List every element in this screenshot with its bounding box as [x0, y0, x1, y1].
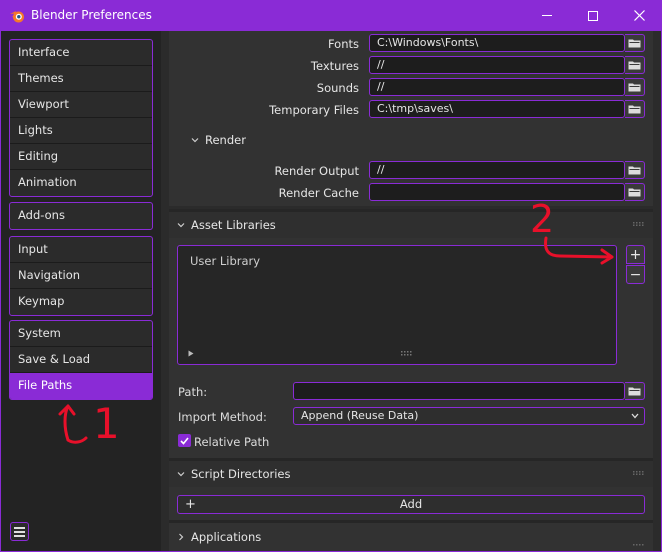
- sidebar-item-animation[interactable]: Animation: [10, 170, 152, 196]
- temporary-files-label: Temporary Files: [269, 103, 359, 117]
- folder-icon: [628, 83, 641, 92]
- expand-arrow-icon[interactable]: [188, 350, 194, 357]
- render-subpanel-header[interactable]: Render: [205, 133, 246, 147]
- temporary-files-path-field[interactable]: C:\tmp\saves\: [369, 100, 625, 118]
- chevron-right-icon[interactable]: [177, 533, 185, 541]
- asset-libraries-title: Asset Libraries: [191, 218, 276, 232]
- render-output-label: Render Output: [274, 164, 359, 178]
- sidebar-group-addons: Add-ons: [9, 202, 153, 230]
- maximize-icon: [588, 10, 598, 21]
- resize-grip-icon[interactable]: [401, 351, 413, 356]
- add-script-directory-button[interactable]: + Add: [177, 495, 645, 514]
- add-button-label: Add: [399, 497, 423, 511]
- annotation-arrow-2: [544, 236, 614, 265]
- applications-title[interactable]: Applications: [191, 530, 261, 544]
- import-method-dropdown[interactable]: Append (Reuse Data): [293, 407, 645, 425]
- annotation-number-1: 1: [93, 399, 120, 448]
- folder-icon: [628, 188, 641, 197]
- chevron-down-icon[interactable]: [177, 221, 185, 229]
- sidebar-item-addons[interactable]: Add-ons: [10, 203, 152, 229]
- relative-path-label: Relative Path: [194, 435, 270, 449]
- chevron-down-icon: [631, 413, 639, 419]
- sidebar-item-lights[interactable]: Lights: [10, 118, 152, 144]
- maximize-button[interactable]: [570, 0, 616, 31]
- fonts-path-field[interactable]: C:\Windows\Fonts\: [369, 34, 625, 52]
- sidebar-group-system: System Save & Load File Paths: [9, 320, 153, 400]
- library-path-browse-button[interactable]: [625, 382, 645, 400]
- drag-grip-icon[interactable]: [633, 471, 645, 475]
- textures-path-field[interactable]: //: [369, 56, 625, 74]
- sidebar-item-editing[interactable]: Editing: [10, 144, 152, 170]
- render-output-path-field[interactable]: //: [369, 161, 625, 179]
- sidebar: Interface Themes Viewport Lights Editing…: [1, 31, 161, 551]
- sidebar-item-interface[interactable]: Interface: [10, 40, 152, 66]
- sidebar-group-input: Input Navigation Keymap: [9, 236, 153, 316]
- render-cache-label: Render Cache: [278, 186, 359, 200]
- close-button[interactable]: [616, 0, 662, 31]
- sounds-browse-button[interactable]: [625, 78, 645, 96]
- render-output-browse-button[interactable]: [625, 161, 645, 179]
- drag-grip-icon[interactable]: [633, 222, 645, 226]
- sidebar-item-file-paths[interactable]: File Paths: [10, 373, 152, 399]
- render-cache-browse-button[interactable]: [625, 183, 645, 201]
- preferences-menu-button[interactable]: [10, 522, 29, 541]
- sidebar-item-system[interactable]: System: [10, 321, 152, 347]
- sidebar-item-themes[interactable]: Themes: [10, 66, 152, 92]
- sidebar-item-keymap[interactable]: Keymap: [10, 289, 152, 315]
- folder-icon: [628, 166, 641, 175]
- sidebar-item-viewport[interactable]: Viewport: [10, 92, 152, 118]
- fonts-label: Fonts: [327, 37, 359, 51]
- minimize-button[interactable]: [524, 0, 570, 31]
- sidebar-item-navigation[interactable]: Navigation: [10, 263, 152, 289]
- sounds-label: Sounds: [316, 81, 359, 95]
- minimize-icon: [542, 15, 552, 16]
- checkmark-icon: [180, 436, 189, 445]
- library-path-field[interactable]: [293, 382, 625, 400]
- remove-library-button[interactable]: −: [626, 265, 645, 284]
- plus-icon: +: [185, 497, 196, 512]
- list-item[interactable]: User Library: [190, 254, 260, 268]
- close-icon: [633, 10, 645, 21]
- folder-icon: [628, 39, 641, 48]
- temporary-files-browse-button[interactable]: [625, 100, 645, 118]
- render-cache-path-field[interactable]: [369, 183, 625, 201]
- sounds-path-field[interactable]: //: [369, 78, 625, 96]
- chevron-down-icon[interactable]: [191, 136, 199, 144]
- blender-logo-icon: [10, 11, 24, 23]
- relative-path-checkbox[interactable]: [178, 434, 191, 447]
- textures-label: Textures: [310, 59, 359, 73]
- folder-icon: [628, 61, 641, 70]
- folder-icon: [628, 387, 641, 396]
- add-library-button[interactable]: +: [626, 245, 645, 264]
- window-title: Blender Preferences: [31, 8, 152, 22]
- plus-icon: +: [629, 246, 642, 263]
- drag-grip-icon[interactable]: [633, 544, 645, 548]
- sidebar-group-ui: Interface Themes Viewport Lights Editing…: [9, 39, 153, 197]
- minus-icon: −: [629, 266, 642, 283]
- main-content: Fonts C:\Windows\Fonts\ Textures // Soun…: [169, 31, 653, 551]
- fonts-browse-button[interactable]: [625, 34, 645, 52]
- library-path-label: Path:: [178, 385, 208, 399]
- script-directories-title: Script Directories: [191, 467, 291, 481]
- sidebar-item-input[interactable]: Input: [10, 237, 152, 263]
- chevron-down-icon[interactable]: [177, 470, 185, 478]
- import-method-label: Import Method:: [178, 410, 267, 424]
- hamburger-icon: [14, 526, 25, 529]
- import-method-value: Append (Reuse Data): [301, 409, 419, 422]
- textures-browse-button[interactable]: [625, 56, 645, 74]
- sidebar-item-save-load[interactable]: Save & Load: [10, 347, 152, 373]
- annotation-number-2: 2: [530, 197, 555, 241]
- title-bar: Blender Preferences: [0, 0, 662, 31]
- folder-icon: [628, 105, 641, 114]
